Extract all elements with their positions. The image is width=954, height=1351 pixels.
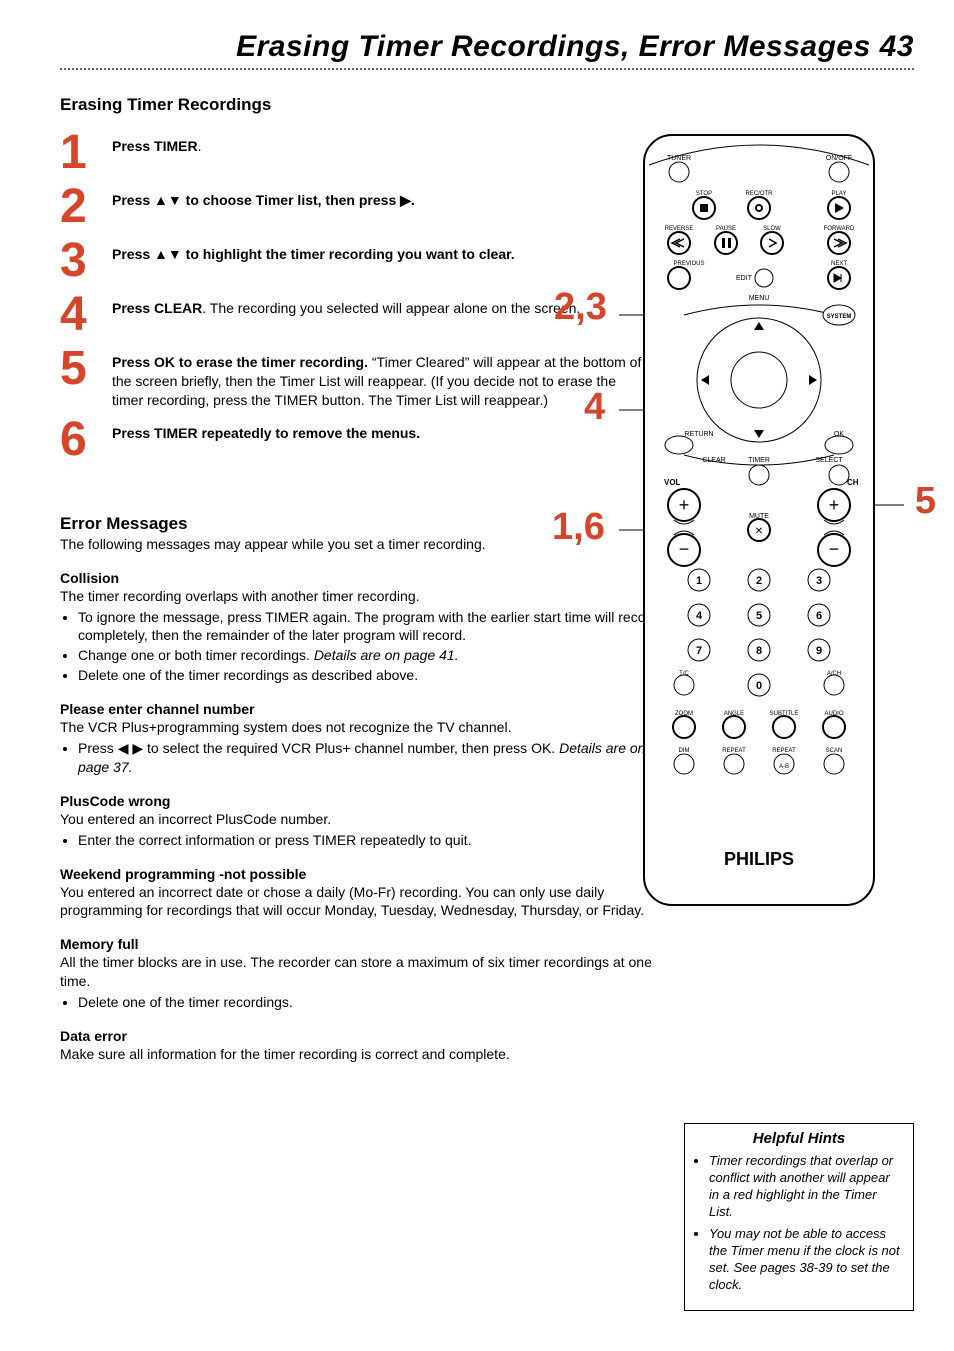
error-list: To ignore the message, press TIMER again… [78,608,680,686]
svg-text:7: 7 [696,645,702,657]
error-title: PlusCode wrong [60,793,680,809]
hints-title: Helpful Hints [695,1130,903,1147]
hint-item: You may not be able to access the Timer … [709,1226,903,1294]
brand-label: PHILIPS [724,849,794,869]
error-desc: The timer recording overlaps with anothe… [60,587,680,606]
svg-text:EDIT: EDIT [736,275,753,282]
error-desc: The VCR Plus+programming system does not… [60,718,680,737]
svg-text:SYSTEM: SYSTEM [827,314,852,320]
error-block: Please enter channel numberThe VCR Plus+… [60,701,680,777]
callout-4: 4 [584,388,605,426]
svg-text:−: − [829,539,840,559]
step-number: 5 [60,345,112,393]
page-title: Erasing Timer Recordings, Error Messages… [60,30,914,68]
svg-text:5: 5 [756,610,762,622]
step-body: Press CLEAR. The recording you selected … [112,291,580,318]
svg-text:TIMER: TIMER [748,457,770,464]
error-list-item: Change one or both timer recordings. Det… [78,646,680,665]
svg-text:SELECT: SELECT [815,457,843,464]
svg-text:9: 9 [816,645,822,657]
step-number: 3 [60,237,112,285]
error-section: Error Messages The following messages ma… [60,514,680,1064]
svg-text:+: + [679,495,690,515]
step-body: Press ▲▼ to choose Timer list, then pres… [112,183,415,210]
step: 3Press ▲▼ to highlight the timer recordi… [60,237,650,285]
error-desc: Make sure all information for the timer … [60,1045,680,1064]
error-title: Please enter channel number [60,701,680,717]
hint-item: Timer recordings that overlap or conflic… [709,1153,903,1221]
error-title: Weekend programming -not possible [60,866,680,882]
svg-text:0: 0 [756,680,762,692]
error-list-item: Press ◀ ▶ to select the required VCR Plu… [78,739,680,777]
callout-1-6: 1,6 [552,508,605,546]
callout-5: 5 [915,482,936,520]
error-block: Data errorMake sure all information for … [60,1028,680,1064]
svg-text:6: 6 [816,610,822,622]
svg-text:3: 3 [816,575,822,587]
error-title: Collision [60,570,680,586]
step-body: Press TIMER repeatedly to remove the men… [112,416,420,443]
svg-text:✕: ✕ [755,526,763,537]
helpful-hints-box: Helpful Hints Timer recordings that over… [684,1123,914,1311]
svg-text:RETURN: RETURN [684,431,713,438]
svg-text:−: − [679,539,690,559]
error-block: CollisionThe timer recording overlaps wi… [60,570,680,685]
step-body: Press TIMER. [112,129,201,156]
svg-text:TUNER: TUNER [667,155,691,162]
svg-text:4: 4 [696,610,703,622]
error-list: Delete one of the timer recordings. [78,993,680,1012]
svg-text:8: 8 [756,645,762,657]
svg-text:VOL: VOL [664,478,681,487]
step: 1Press TIMER. [60,129,650,177]
svg-text:1: 1 [696,575,702,587]
svg-text:REPEAT: REPEAT [722,748,746,754]
svg-text:2: 2 [756,575,762,587]
error-list: Enter the correct information or press T… [78,831,680,850]
error-block: PlusCode wrongYou entered an incorrect P… [60,793,680,850]
svg-text:CH: CH [847,478,859,487]
remote-illustration: PHILIPS TUNER ON/OFF STOP REC/OTR PLAY R… [604,130,914,910]
error-title: Data error [60,1028,680,1044]
section-erasing-heading: Erasing Timer Recordings [60,95,914,115]
svg-text:ON/OFF: ON/OFF [826,155,852,162]
step-number: 1 [60,129,112,177]
error-list-item: To ignore the message, press TIMER again… [78,608,680,646]
svg-text:MENU: MENU [749,295,770,302]
error-list-item: Delete one of the timer recordings as de… [78,666,680,685]
svg-text:+: + [829,495,840,515]
error-list-item: Enter the correct information or press T… [78,831,680,850]
svg-text:REPEAT: REPEAT [772,748,796,754]
error-desc: All the timer blocks are in use. The rec… [60,953,680,991]
svg-text:SCAN: SCAN [826,748,843,754]
step-body: Press OK to erase the timer recording. “… [112,345,650,410]
title-rule [60,68,914,70]
svg-text:DIM: DIM [679,748,690,754]
step-number: 4 [60,291,112,339]
error-list: Press ◀ ▶ to select the required VCR Plu… [78,739,680,777]
step-number: 6 [60,416,112,464]
error-block: Weekend programming -not possibleYou ent… [60,866,680,921]
svg-text:CLEAR: CLEAR [702,457,725,464]
error-title: Memory full [60,936,680,952]
step-body: Press ▲▼ to highlight the timer recordin… [112,237,515,264]
step: 6Press TIMER repeatedly to remove the me… [60,416,650,464]
error-desc: You entered an incorrect PlusCode number… [60,810,680,829]
svg-text:A-B: A-B [779,764,789,770]
step: 5Press OK to erase the timer recording. … [60,345,650,410]
error-desc: You entered an incorrect date or chose a… [60,883,680,921]
callout-2-3: 2,3 [554,288,607,326]
error-block: Memory fullAll the timer blocks are in u… [60,936,680,1012]
error-list-item: Delete one of the timer recordings. [78,993,680,1012]
step: 2Press ▲▼ to choose Timer list, then pre… [60,183,650,231]
step-number: 2 [60,183,112,231]
